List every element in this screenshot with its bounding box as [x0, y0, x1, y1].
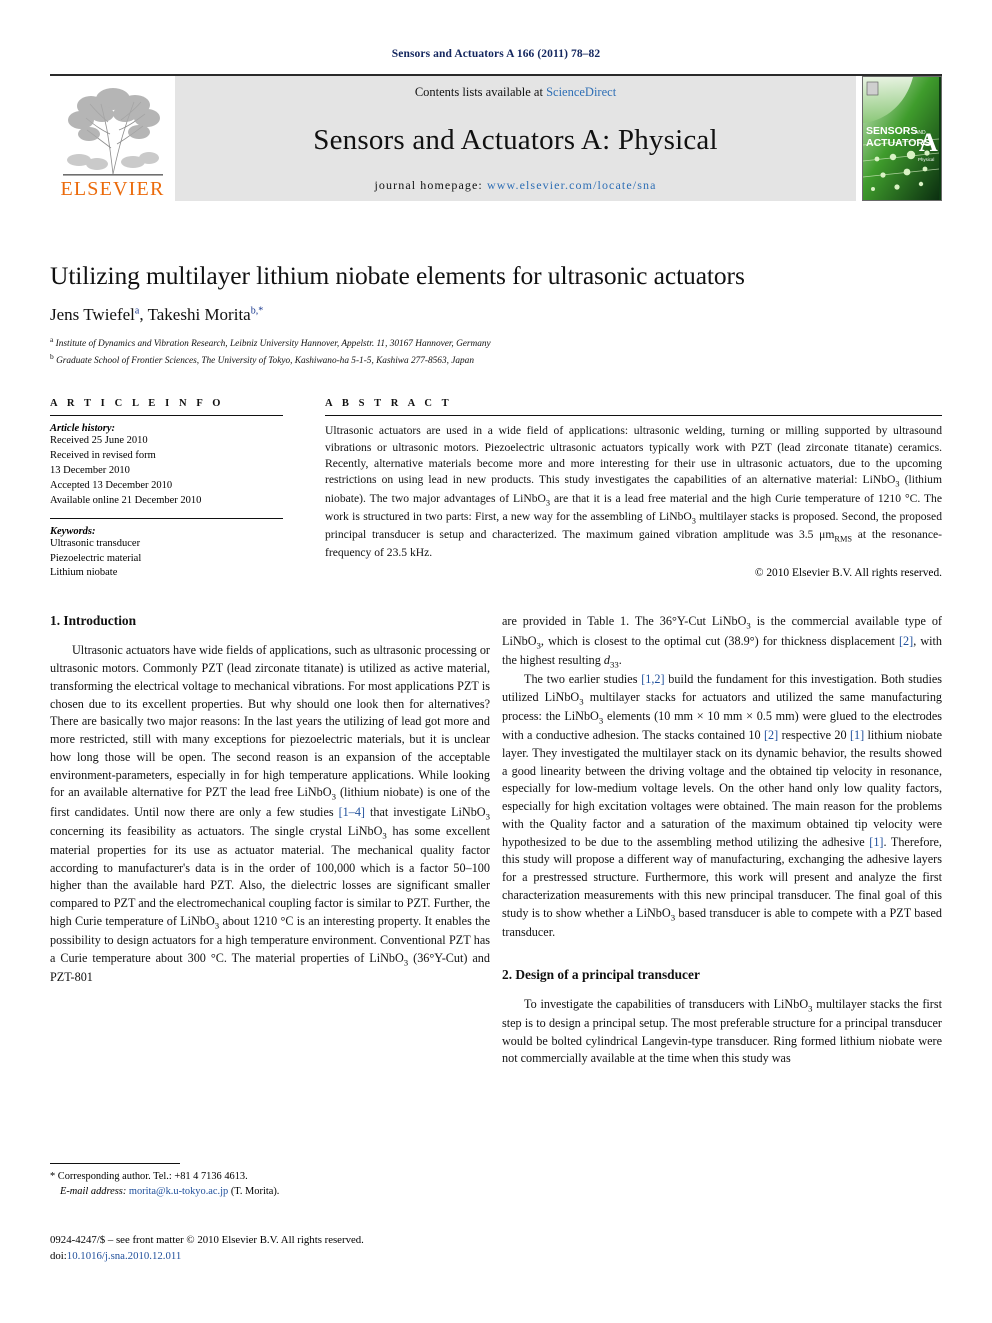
email-line: E-mail address: morita@k.u-tokyo.ac.jp (… [50, 1184, 490, 1199]
history-line: Received 25 June 2010 [50, 435, 148, 447]
page-title: Utilizing multilayer lithium niobate ele… [50, 261, 745, 290]
article-history-block: Article history: Received 25 June 2010 R… [50, 415, 283, 509]
intro-paragraph-1-continued: are provided in Table 1. The 36°Y-Cut Li… [502, 614, 943, 670]
email-suffix: (T. Morita). [230, 1186, 280, 1198]
email-link[interactable]: morita@k.u-tokyo.ac.jp [129, 1186, 228, 1197]
elsevier-logo: ELSEVIER [50, 76, 175, 201]
banner-center: Contents lists available at ScienceDirec… [175, 76, 856, 201]
homepage-url-link[interactable]: www.elsevier.com/locate/sna [487, 178, 657, 192]
abstract-heading: A B S T R A C T [325, 398, 453, 410]
author-mark-1: a [134, 305, 140, 317]
issn-frontmatter-line: 0924-4247/$ – see front matter © 2010 El… [50, 1234, 364, 1246]
elsevier-tree-icon [60, 86, 165, 178]
keyword-item: Ultrasonic transducer [50, 537, 141, 549]
title-block: Utilizing multilayer lithium niobate ele… [50, 261, 942, 368]
journal-cover-thumbnail: SENSORS AND ACTUATORS A Physical [862, 76, 942, 201]
keywords-label: Keywords: [50, 525, 96, 537]
sciencedirect-link[interactable]: ScienceDirect [546, 85, 616, 99]
author-name-2: Takeshi Morita [147, 305, 251, 324]
journal-homepage-line: journal homepage: www.elsevier.com/locat… [375, 178, 657, 193]
keyword-item: Piezoelectric material [50, 552, 142, 564]
intro-paragraph-2: The two earlier studies [1,2] build the … [502, 671, 943, 939]
history-line: Received in revised form [50, 450, 156, 462]
author-name-1: Jens Twiefel [50, 305, 135, 324]
paper-page: Sensors and Actuators A 166 (2011) 78–82 [0, 0, 992, 1323]
affiliation-mark-b: b [50, 351, 54, 361]
body-columns: 1. Introduction Ultrasonic actuators hav… [50, 613, 942, 1133]
running-head: Sensors and Actuators A 166 (2011) 78–82 [391, 48, 601, 60]
contents-prefix: Contents lists available at [414, 85, 547, 99]
section-heading-design: 2. Design of a principal transducer [502, 966, 700, 982]
abstract-rule: Ultrasonic actuators are used in a wide … [325, 415, 942, 579]
contents-available-line: Contents lists available at ScienceDirec… [415, 85, 616, 100]
corresponding-author-footnote: * Corresponding author. Tel.: +81 4 7136… [50, 1163, 490, 1199]
author-list: Jens Twiefela, Takeshi Moritab,* [50, 305, 264, 324]
elsevier-wordmark: ELSEVIER [60, 178, 165, 200]
affiliation-list: a Institute of Dynamics and Vibration Re… [50, 335, 942, 368]
article-info-column: A R T I C L E I N F O Article history: R… [50, 398, 283, 581]
abstract-copyright: © 2010 Elsevier B.V. All rights reserved… [754, 566, 942, 579]
footnote-rule [50, 1163, 180, 1164]
history-line: Accepted 13 December 2010 [50, 479, 173, 491]
article-info-heading: A R T I C L E I N F O [50, 398, 225, 410]
affiliation-b: b Graduate School of Frontier Sciences, … [50, 352, 942, 369]
keywords-block: Keywords: Ultrasonic transducer Piezoele… [50, 517, 283, 582]
svg-text:A: A [919, 128, 938, 157]
abstract-column: A B S T R A C T Ultrasonic actuators are… [325, 398, 942, 581]
info-abstract-block: A R T I C L E I N F O Article history: R… [50, 398, 942, 581]
imprint-block: 0924-4247/$ – see front matter © 2010 El… [50, 1232, 520, 1264]
keyword-item: Lithium niobate [50, 567, 118, 579]
doi-label: doi: [50, 1250, 67, 1263]
section-heading-introduction: 1. Introduction [50, 613, 137, 629]
doi-line: doi:10.1016/j.sna.2010.12.011 [50, 1248, 520, 1264]
svg-text:SENSORS: SENSORS [866, 125, 917, 137]
intro-paragraph-1: Ultrasonic actuators have wide fields of… [50, 643, 491, 985]
body-column-left: 1. Introduction Ultrasonic actuators hav… [50, 613, 490, 1133]
journal-cover-art: SENSORS AND ACTUATORS A Physical [863, 77, 940, 200]
affiliation-a: a Institute of Dynamics and Vibration Re… [50, 335, 942, 352]
article-history-label: Article history: [50, 423, 116, 435]
svg-text:Physical: Physical [918, 157, 934, 162]
homepage-label: journal homepage: [374, 178, 483, 192]
author-mark-2[interactable]: b,* [251, 305, 264, 316]
design-paragraph-1: To investigate the capabilities of trans… [502, 996, 942, 1066]
affiliation-text-a: Institute of Dynamics and Vibration Rese… [55, 339, 491, 350]
journal-title: Sensors and Actuators A: Physical [313, 123, 718, 156]
doi-link[interactable]: 10.1016/j.sna.2010.12.011 [67, 1250, 181, 1262]
affiliation-mark-a: a [50, 335, 54, 344]
abstract-text: Ultrasonic actuators are used in a wide … [325, 424, 943, 560]
corresponding-author-line: * Corresponding author. Tel.: +81 4 7136… [50, 1171, 248, 1182]
history-line: 13 December 2010 [50, 464, 130, 476]
history-line: Available online 21 December 2010 [50, 494, 202, 506]
body-column-right: are provided in Table 1. The 36°Y-Cut Li… [502, 613, 942, 1133]
email-label: E-mail address: [60, 1186, 127, 1198]
affiliation-text-b: Graduate School of Frontier Sciences, Th… [56, 355, 474, 366]
journal-banner: ELSEVIER Contents lists available at Sci… [50, 74, 942, 201]
